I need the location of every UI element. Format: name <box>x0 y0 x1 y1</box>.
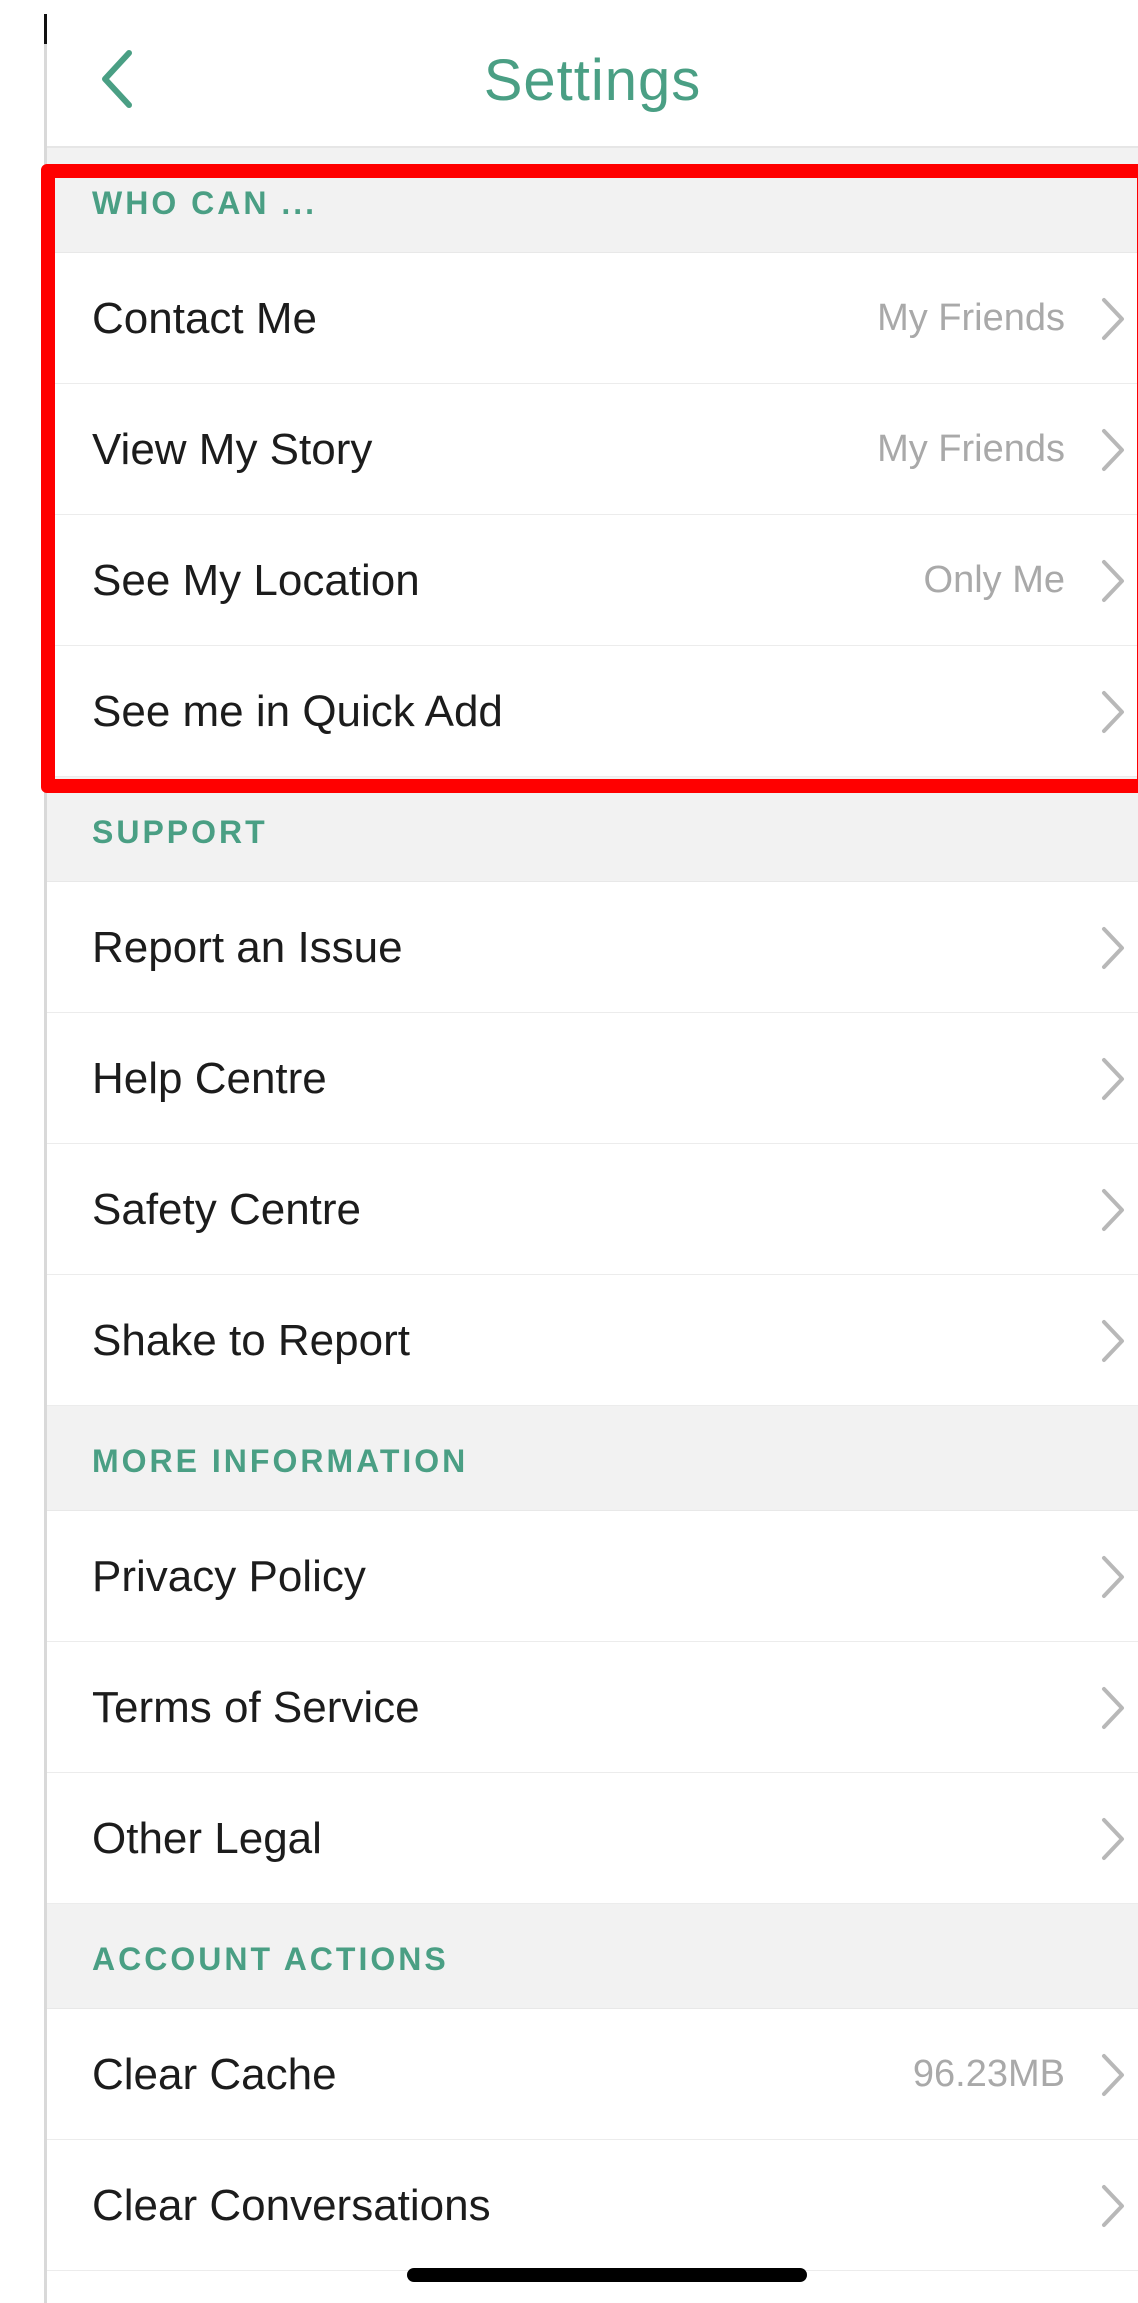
row-safety-centre[interactable]: Safety Centre <box>47 1144 1138 1275</box>
chevron-right-icon <box>1102 2054 1124 2096</box>
chevron-right-icon <box>1102 1189 1124 1231</box>
row-contact-me[interactable]: Contact Me My Friends <box>47 253 1138 384</box>
row-value: Only Me <box>923 559 1065 601</box>
section-header-support: SUPPORT <box>47 777 1138 882</box>
row-see-me-in-quick-add[interactable]: See me in Quick Add <box>47 646 1138 777</box>
chevron-right-icon <box>1102 1058 1124 1100</box>
settings-screen: Settings WHO CAN ... Contact Me My Frien… <box>0 0 1138 2303</box>
section-header-label: SUPPORT <box>92 814 268 850</box>
chevron-right-icon <box>1102 1556 1124 1598</box>
chevron-right-icon <box>1102 1687 1124 1729</box>
chevron-right-icon <box>1102 1320 1124 1362</box>
section-header-account-actions: ACCOUNT ACTIONS <box>47 1904 1138 2009</box>
chevron-right-icon <box>1102 2185 1124 2227</box>
row-label: Shake to Report <box>92 1316 410 1365</box>
chevron-left-icon <box>102 50 132 108</box>
row-privacy-policy[interactable]: Privacy Policy <box>47 1511 1138 1642</box>
row-label: Report an Issue <box>92 923 403 972</box>
row-label: Clear Cache <box>92 2050 337 2099</box>
chevron-right-icon <box>1102 691 1124 733</box>
section-header-label: MORE INFORMATION <box>92 1443 469 1479</box>
row-label: Privacy Policy <box>92 1552 366 1601</box>
section-header-who-can: WHO CAN ... <box>47 148 1138 253</box>
row-label: Help Centre <box>92 1054 327 1103</box>
row-view-my-story[interactable]: View My Story My Friends <box>47 384 1138 515</box>
row-help-centre[interactable]: Help Centre <box>47 1013 1138 1144</box>
row-see-my-location[interactable]: See My Location Only Me <box>47 515 1138 646</box>
row-label: Clear Conversations <box>92 2181 491 2230</box>
row-other-legal[interactable]: Other Legal <box>47 1773 1138 1904</box>
settings-list: WHO CAN ... Contact Me My Friends View M… <box>47 148 1138 2271</box>
row-clear-cache[interactable]: Clear Cache 96.23MB <box>47 2009 1138 2140</box>
row-value: 96.23MB <box>912 2053 1065 2095</box>
chevron-right-icon <box>1102 298 1124 340</box>
settings-panel: Settings WHO CAN ... Contact Me My Frien… <box>47 14 1138 2303</box>
section-header-more-information: MORE INFORMATION <box>47 1406 1138 1511</box>
home-indicator[interactable] <box>407 2268 807 2282</box>
row-label: View My Story <box>92 425 373 474</box>
page-title: Settings <box>483 48 702 113</box>
row-value: My Friends <box>877 428 1065 470</box>
section-header-label: ACCOUNT ACTIONS <box>92 1941 449 1977</box>
nav-header: Settings <box>47 14 1138 148</box>
row-label: See My Location <box>92 556 420 605</box>
chevron-right-icon <box>1102 927 1124 969</box>
chevron-right-icon <box>1102 429 1124 471</box>
row-label: Contact Me <box>92 294 317 343</box>
row-value: My Friends <box>877 297 1065 339</box>
row-label: Safety Centre <box>92 1185 362 1234</box>
row-label: Other Legal <box>92 1814 322 1863</box>
row-shake-to-report[interactable]: Shake to Report <box>47 1275 1138 1406</box>
chevron-right-icon <box>1102 560 1124 602</box>
back-button[interactable] <box>87 44 147 114</box>
row-clear-conversations[interactable]: Clear Conversations <box>47 2140 1138 2271</box>
section-header-label: WHO CAN ... <box>92 185 317 221</box>
row-terms-of-service[interactable]: Terms of Service <box>47 1642 1138 1773</box>
row-report-an-issue[interactable]: Report an Issue <box>47 882 1138 1013</box>
chevron-right-icon <box>1102 1818 1124 1860</box>
row-label: See me in Quick Add <box>92 687 503 736</box>
row-label: Terms of Service <box>92 1683 420 1732</box>
